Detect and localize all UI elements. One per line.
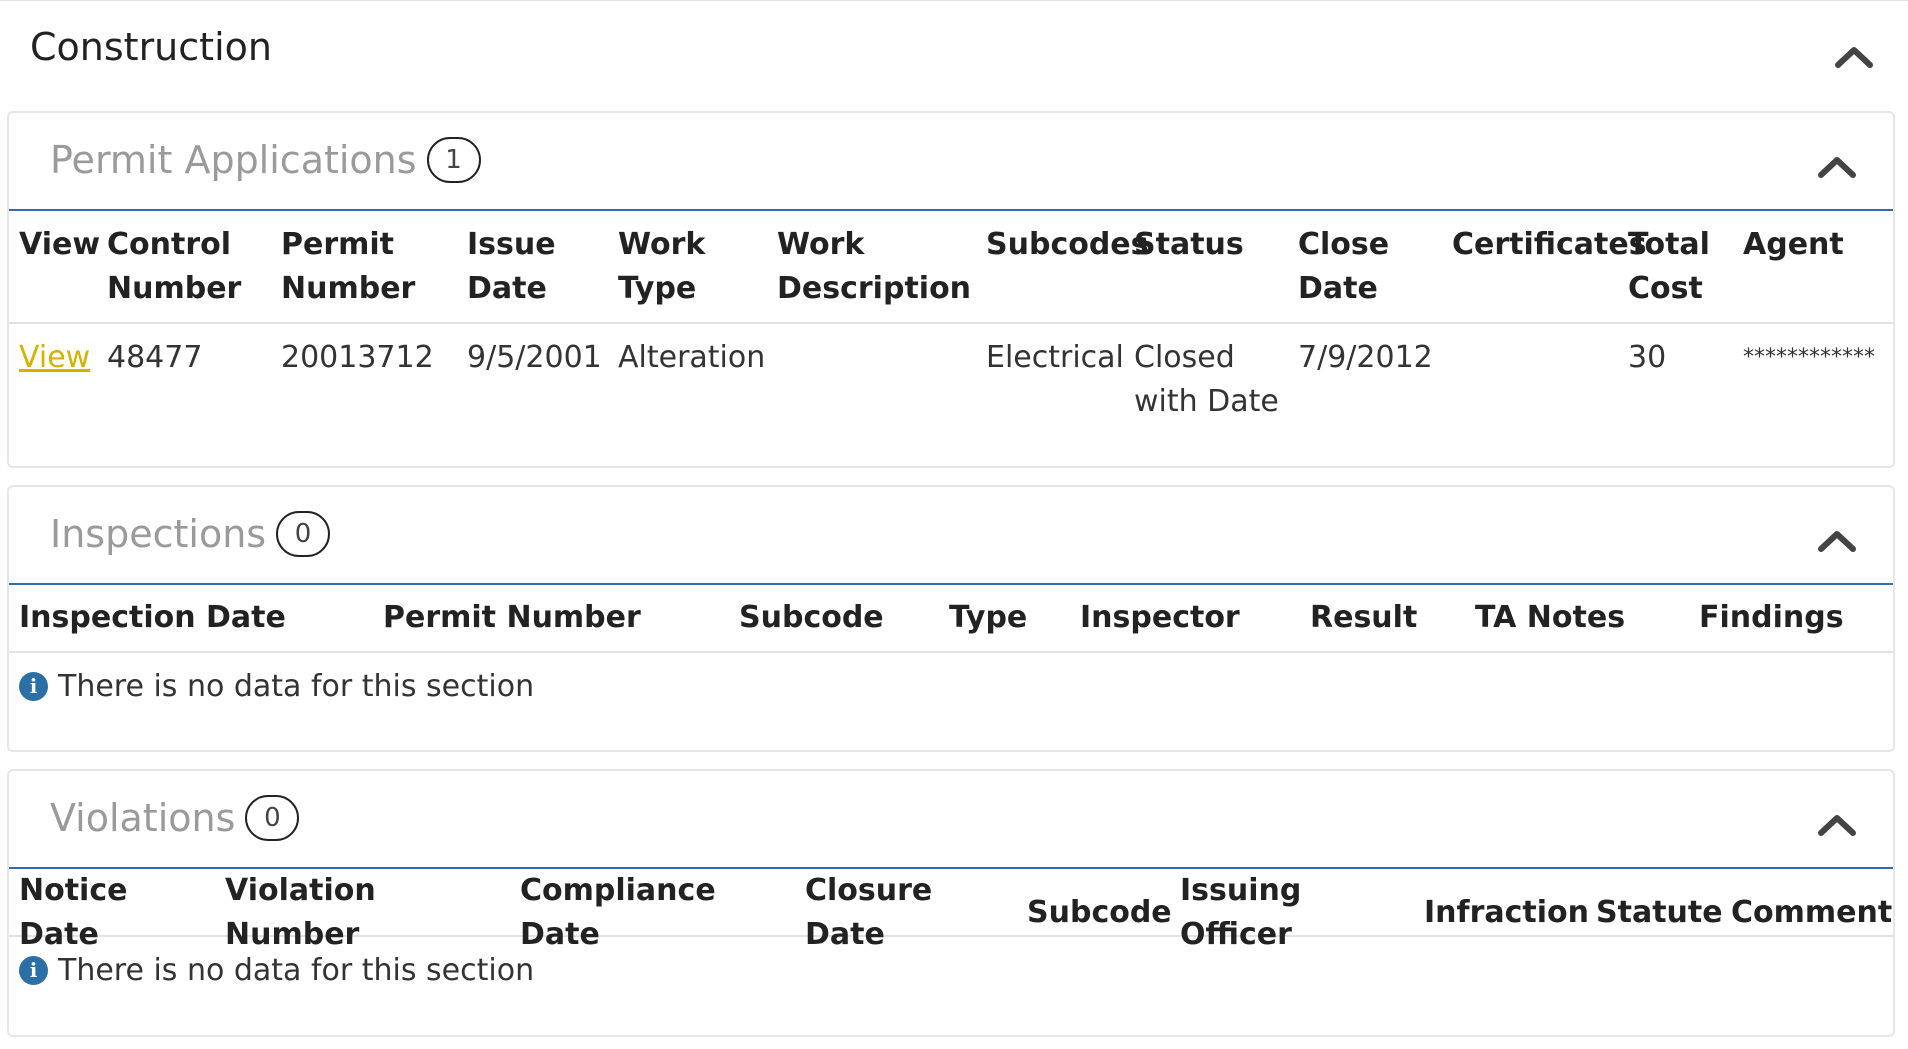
column-header-status: Status xyxy=(1124,223,1288,322)
column-header-violation-number: Violation Number xyxy=(225,873,376,952)
violations-empty-message: There is no data for this section xyxy=(58,952,535,988)
column-header-inspection-date: Inspection Date xyxy=(19,600,286,635)
column-header-line: Status xyxy=(1134,227,1244,262)
column-header-line: Work xyxy=(777,227,865,262)
cell-certificates xyxy=(1442,336,1618,424)
column-header-control-number: Control Number xyxy=(97,223,271,322)
column-header-inspector: Inspector xyxy=(1080,600,1240,635)
inspections-panel: Inspections 0 Inspection Date Permit Numb… xyxy=(7,485,1895,752)
column-header-line: View xyxy=(19,227,101,262)
column-header-subcodes: Subcodes xyxy=(976,223,1149,322)
column-header-line: Number xyxy=(281,271,416,306)
column-header-line: Number xyxy=(107,271,242,306)
cell-status: Closed with Date xyxy=(1124,336,1288,424)
panel-title: Inspections 0 xyxy=(50,511,331,557)
column-header-line: Work xyxy=(618,227,706,262)
violations-table-header: Notice Date Violation Number Compliance Da… xyxy=(9,869,1893,952)
column-header-line: Agent xyxy=(1743,227,1844,262)
cell-agent: ************ xyxy=(1743,345,1875,370)
violations-title: Violations xyxy=(50,796,236,840)
construction-page: Construction Permit Applications 1 View C… xyxy=(0,0,1908,1049)
column-header-agent: Agent xyxy=(1733,223,1895,322)
column-header-line: Close xyxy=(1298,227,1390,262)
construction-header: Construction xyxy=(0,1,1908,109)
permit-table-body: View 48477 20013712 9/5/2001 Alteration Elect… xyxy=(9,324,1893,424)
inspections-empty-state: i There is no data for this section xyxy=(9,653,1893,719)
chevron-up-icon xyxy=(1835,47,1873,68)
column-header-comment: Comment xyxy=(1731,895,1893,930)
column-header-line: Type xyxy=(618,271,697,306)
permit-applications-panel: Permit Applications 1 View Control Number P… xyxy=(7,111,1895,468)
chevron-up-icon xyxy=(1818,531,1856,552)
column-header-line: Issue xyxy=(467,227,556,262)
column-header-compliance-date: Compliance Date xyxy=(520,873,716,952)
violations-header: Violations 0 xyxy=(9,771,1893,869)
column-header-line: Certificates xyxy=(1452,227,1647,262)
column-header-result: Result xyxy=(1310,600,1418,635)
inspections-title: Inspections xyxy=(50,512,267,556)
column-header-view: View xyxy=(9,223,101,322)
column-header-findings: Findings xyxy=(1699,600,1844,635)
column-header-line: Control xyxy=(107,227,232,262)
inspections-empty-message: There is no data for this section xyxy=(58,668,535,704)
cell-work-description xyxy=(767,336,976,424)
construction-title: Construction xyxy=(30,25,272,69)
inspections-count-badge: 0 xyxy=(276,511,331,557)
column-header-issuing-officer: Issuing Officer xyxy=(1180,873,1302,952)
column-header-certificates: Certificates xyxy=(1442,223,1647,322)
column-header-work-description: Work Description xyxy=(767,223,976,322)
inspections-table-header: Inspection Date Permit Number Subcode Type I… xyxy=(9,585,1893,653)
column-header-close-date: Close Date xyxy=(1288,223,1442,322)
cell-issue-date: 9/5/2001 xyxy=(467,340,602,375)
column-header-subcode: Subcode xyxy=(1027,895,1172,930)
column-header-notice-date: Notice Date xyxy=(19,873,128,952)
panel-title: Permit Applications 1 xyxy=(50,137,481,183)
column-header-line: Permit xyxy=(281,227,395,262)
cell-close-date: 7/9/2012 xyxy=(1298,340,1433,375)
column-header-ta-notes: TA Notes xyxy=(1475,600,1626,635)
violations-panel: Violations 0 Notice Date Violation Number… xyxy=(7,769,1895,1037)
panel-title: Violations 0 xyxy=(50,795,300,841)
collapse-violations-button[interactable] xyxy=(1817,811,1857,837)
view-permit-link[interactable]: View xyxy=(19,340,90,375)
cell-work-type: Alteration xyxy=(618,340,766,375)
column-header-line: Subcodes xyxy=(986,227,1149,262)
column-header-statute: Statute xyxy=(1596,895,1723,930)
column-header-infraction: Infraction xyxy=(1424,895,1589,930)
column-header-line: Date xyxy=(467,271,547,306)
info-icon: i xyxy=(19,671,48,701)
column-header-permit-number: Permit Number xyxy=(271,223,457,322)
violations-count-badge: 0 xyxy=(245,795,300,841)
column-header-work-type: Work Type xyxy=(608,223,767,322)
column-header-total-cost: Total Cost xyxy=(1618,223,1733,322)
chevron-up-icon xyxy=(1818,157,1856,178)
info-icon: i xyxy=(19,955,48,985)
column-header-line: Cost xyxy=(1628,271,1703,306)
cell-view-link[interactable]: View xyxy=(9,336,97,424)
permit-applications-title: Permit Applications xyxy=(50,138,417,182)
column-header-line: Description xyxy=(777,271,972,306)
column-header-issue-date: Issue Date xyxy=(457,223,608,322)
cell-subcodes: Electrical xyxy=(986,340,1124,375)
column-header-line: Date xyxy=(1298,271,1378,306)
collapse-construction-button[interactable] xyxy=(1834,43,1874,69)
collapse-inspections-button[interactable] xyxy=(1817,527,1857,553)
cell-total-cost: 30 xyxy=(1628,340,1667,375)
permit-count-badge: 1 xyxy=(426,137,481,183)
status-line: with Date xyxy=(1134,384,1279,419)
column-header-closure-date: Closure Date xyxy=(805,873,933,952)
collapse-permits-button[interactable] xyxy=(1817,153,1857,179)
column-header-permit-number: Permit Number xyxy=(383,600,641,635)
column-header-type: Type xyxy=(949,600,1028,635)
permit-table-header: View Control Number Permit Number Issue Date Wo… xyxy=(9,211,1893,324)
status-line: Closed xyxy=(1134,340,1235,375)
column-header-subcode: Subcode xyxy=(739,600,884,635)
cell-permit-number: 20013712 xyxy=(281,340,434,375)
inspections-header: Inspections 0 xyxy=(9,487,1893,585)
cell-control-number: 48477 xyxy=(107,340,203,375)
column-header-line: Total xyxy=(1628,227,1710,262)
chevron-up-icon xyxy=(1818,815,1856,836)
permit-applications-header: Permit Applications 1 xyxy=(9,113,1893,211)
